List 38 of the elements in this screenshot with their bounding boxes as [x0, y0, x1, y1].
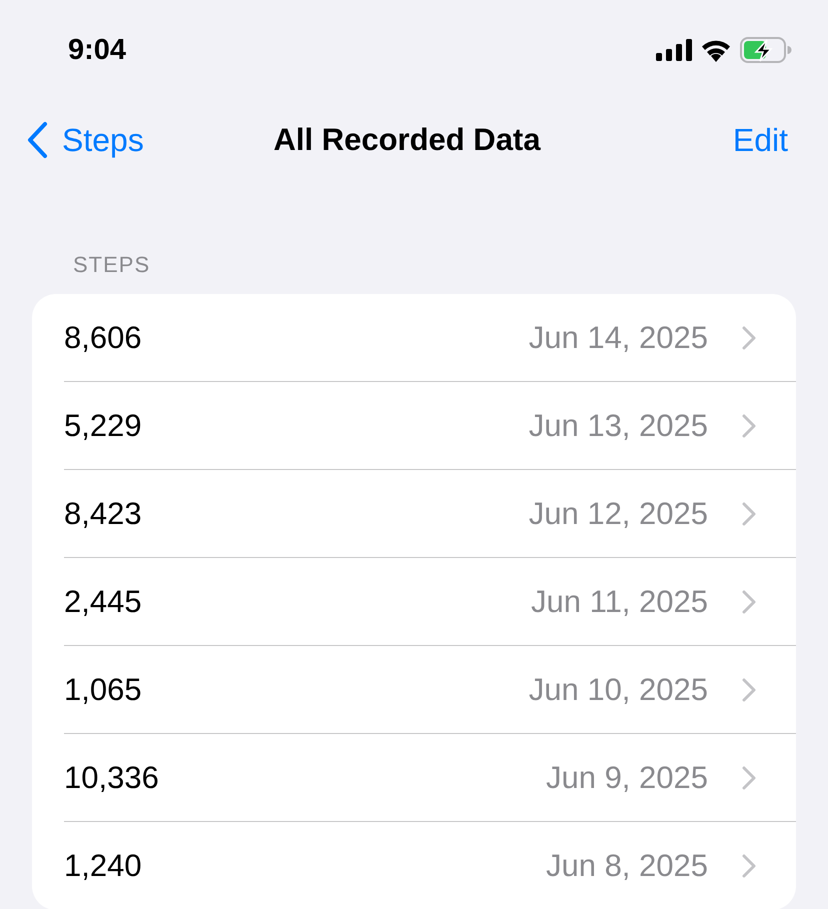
list-row[interactable]: 8,606 Jun 14, 2025 [64, 294, 796, 382]
chevron-icon [742, 326, 756, 350]
edit-button[interactable]: Edit [732, 122, 788, 158]
chevron-icon [742, 590, 756, 614]
section-header: STEPS [73, 252, 152, 278]
row-date: Jun 14, 2025 [528, 320, 708, 356]
list-row[interactable]: 10,336 Jun 9, 2025 [64, 734, 796, 822]
row-date: Jun 13, 2025 [528, 408, 708, 444]
chevron-icon [742, 502, 756, 526]
row-date: Jun 10, 2025 [528, 672, 708, 708]
chevron-icon [742, 678, 756, 702]
row-date: Jun 9, 2025 [546, 760, 708, 796]
step-count: 8,423 [64, 496, 143, 532]
wifi-icon [700, 38, 732, 62]
back-label[interactable]: Steps [62, 122, 144, 158]
list-row[interactable]: 2,445 Jun 11, 2025 [64, 558, 796, 646]
chevron-left-icon [26, 121, 48, 159]
list-row[interactable]: 5,229 Jun 13, 2025 [64, 382, 796, 470]
signal-icon [656, 39, 692, 61]
step-count: 1,240 [64, 848, 143, 884]
row-date: Jun 12, 2025 [528, 496, 708, 532]
row-date: Jun 11, 2025 [531, 584, 708, 620]
step-count: 8,606 [64, 320, 143, 356]
battery-charging-icon [740, 37, 792, 63]
chevron-icon [742, 766, 756, 790]
status-time: 9:04 [68, 34, 126, 66]
list-row[interactable]: 1,065 Jun 10, 2025 [64, 646, 796, 734]
back-button[interactable]: Steps [26, 121, 144, 159]
row-date: Jun 8, 2025 [546, 848, 708, 884]
nav-title: All Recorded Data [273, 122, 540, 158]
chevron-icon [742, 414, 756, 438]
step-count: 1,065 [64, 672, 143, 708]
step-count: 5,229 [64, 408, 143, 444]
list-row[interactable]: 8,423 Jun 12, 2025 [64, 470, 796, 558]
list-row[interactable]: 1,240 Jun 8, 2025 [64, 822, 796, 909]
step-count: 10,336 [64, 760, 160, 796]
step-count: 2,445 [64, 584, 143, 620]
chevron-icon [742, 854, 756, 878]
